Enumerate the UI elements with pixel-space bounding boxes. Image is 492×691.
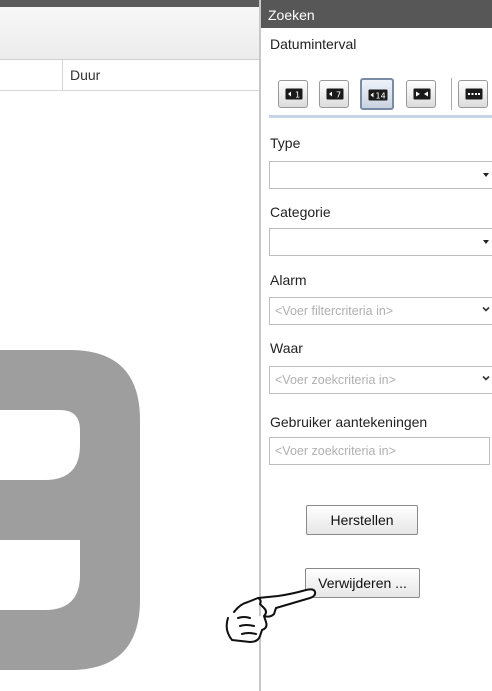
svg-text:14: 14 — [376, 92, 386, 101]
chevron-down-icon[interactable] — [482, 374, 490, 382]
previous-14-days-button[interactable]: 14 — [360, 78, 394, 110]
pointing-hand-icon — [225, 588, 317, 643]
chevron-down-icon[interactable] — [482, 305, 490, 313]
column-separator[interactable] — [62, 60, 63, 90]
custom-range-button[interactable] — [406, 80, 436, 108]
alarm-placeholder: <Voer filtercriteria in> — [275, 304, 394, 318]
user-notes-placeholder: <Voer zoekcriteria in> — [275, 444, 396, 458]
results-column-header: Duur — [0, 60, 259, 91]
category-select[interactable] — [269, 228, 492, 256]
user-notes-label: Gebruiker aantekeningen — [270, 414, 428, 430]
svg-text:7: 7 — [336, 91, 341, 100]
type-select[interactable] — [269, 161, 492, 189]
column-header-duur[interactable]: Duur — [70, 67, 100, 83]
alarm-select[interactable]: <Voer filtercriteria in> — [269, 297, 492, 325]
calendar-icon — [465, 88, 483, 100]
dropdown-arrow-icon[interactable] — [483, 173, 489, 177]
previous-7-days-button[interactable]: 7 — [319, 80, 349, 108]
results-toolbar — [0, 7, 259, 60]
reset-button[interactable]: Herstellen — [306, 505, 418, 535]
svg-text:1: 1 — [295, 91, 300, 100]
category-label: Categorie — [270, 204, 331, 220]
type-label: Type — [270, 135, 301, 151]
user-notes-input[interactable]: <Voer zoekcriteria in> — [269, 437, 490, 465]
date-interval-underline — [269, 115, 492, 118]
toolbar-divider — [451, 78, 452, 110]
where-label: Waar — [270, 340, 303, 356]
custom-range-icon — [413, 88, 431, 100]
previous-1-day-button[interactable]: 1 — [278, 80, 308, 108]
dropdown-arrow-icon[interactable] — [483, 240, 489, 244]
calendar-button[interactable] — [458, 80, 488, 108]
results-titlebar — [0, 0, 259, 7]
previous-7-days-icon: 7 — [326, 88, 344, 100]
alarm-label: Alarm — [270, 272, 307, 288]
where-select[interactable]: <Voer zoekcriteria in> — [269, 366, 492, 394]
previous-14-days-icon: 14 — [368, 89, 388, 101]
previous-1-day-icon: 1 — [285, 88, 303, 100]
watermark-g-icon — [0, 350, 140, 670]
search-panel-title: Zoeken — [261, 0, 492, 28]
where-placeholder: <Voer zoekcriteria in> — [275, 373, 396, 387]
date-interval-label: Datuminterval — [270, 36, 357, 52]
